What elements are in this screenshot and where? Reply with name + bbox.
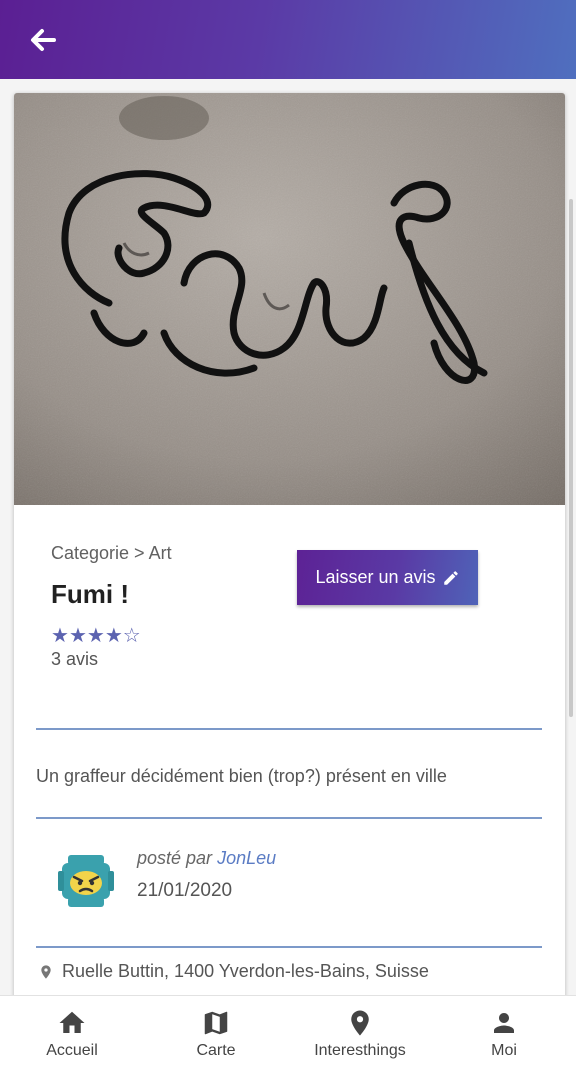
star-filled-icon: ★: [68, 625, 87, 647]
nav-label: Moi: [491, 1042, 517, 1059]
rating-stars: ★★★★☆: [51, 623, 141, 648]
place-description: Un graffeur décidément bien (trop?) prés…: [36, 766, 447, 786]
star-filled-icon: ★: [104, 625, 123, 647]
nav-item-accueil[interactable]: Accueil: [0, 996, 144, 1072]
address-text: Ruelle Buttin, 1400 Yverdon-les-Bains, S…: [62, 961, 429, 981]
author-avatar[interactable]: [58, 853, 114, 909]
leave-review-label: Laisser un avis: [315, 567, 436, 587]
star-filled-icon: ★: [51, 625, 69, 647]
posted-by-prefix: posté par: [137, 848, 213, 868]
scrollbar[interactable]: [569, 199, 573, 717]
arrow-left-icon: [31, 29, 56, 51]
nav-label: Accueil: [46, 1042, 98, 1059]
location-pin-icon: [351, 1010, 369, 1036]
location-pin-icon: [41, 964, 51, 979]
category-label: Categorie > Art: [51, 543, 172, 563]
page-content[interactable]: Categorie > Art Fumi ! ★★★★☆ 3 avis Lais…: [0, 79, 576, 995]
nav-item-moi[interactable]: Moi: [432, 996, 576, 1072]
pencil-icon: [443, 570, 458, 585]
divider: [36, 728, 542, 730]
map-icon: [204, 1011, 228, 1035]
nav-label: Interesthings: [314, 1042, 406, 1059]
post-date: 21/01/2020: [137, 880, 233, 901]
address: Ruelle Buttin, 1400 Yverdon-les-Bains, S…: [38, 961, 429, 982]
nav-label: Carte: [196, 1042, 236, 1059]
divider: [36, 946, 542, 948]
back-button[interactable]: [22, 20, 64, 60]
place-photo: [14, 93, 565, 505]
place-title: Fumi !: [51, 579, 129, 609]
nav-item-interesthings[interactable]: Interesthings: [288, 996, 432, 1072]
star-filled-icon: ★: [86, 625, 105, 647]
author-link[interactable]: JonLeu: [217, 848, 276, 868]
leave-review-button[interactable]: Laisser un avis: [297, 550, 478, 605]
home-icon: [59, 1011, 85, 1033]
app-bar: [0, 0, 576, 79]
place-card: Categorie > Art Fumi ! ★★★★☆ 3 avis Lais…: [14, 93, 565, 995]
divider: [36, 817, 542, 819]
review-count: 3 avis: [51, 649, 99, 669]
person-icon: [494, 1013, 514, 1033]
nav-item-carte[interactable]: Carte: [144, 996, 288, 1072]
star-empty-icon: ☆: [122, 625, 141, 647]
posted-by: posté par JonLeu: [137, 848, 276, 869]
bottom-navigation: Accueil Carte Interesthings Moi: [0, 995, 576, 1072]
